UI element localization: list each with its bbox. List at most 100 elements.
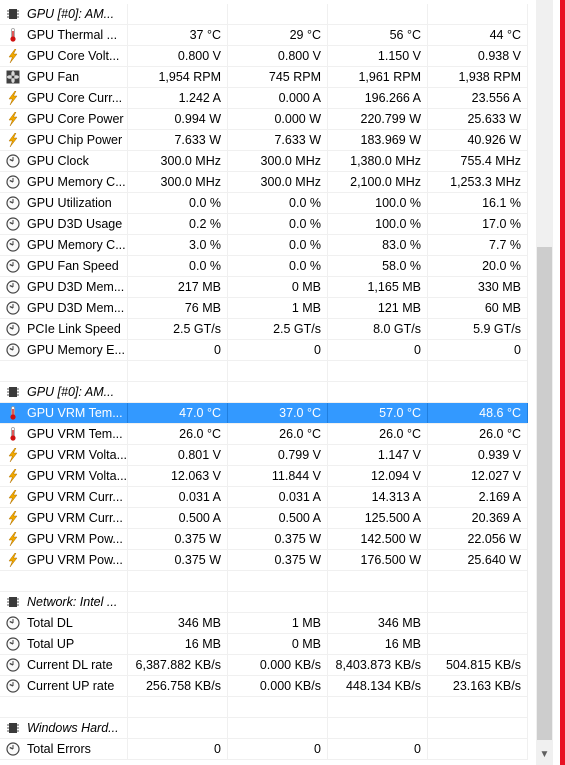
sensor-row[interactable]: GPU Memory E... 0 0 0 0 (0, 340, 528, 361)
sensor-row[interactable]: Current UP rate 256.758 KB/s 0.000 KB/s 448… (0, 676, 528, 697)
sensor-row[interactable]: GPU D3D Usage 0.2 % 0.0 % 100.0 % 17.0 % (0, 214, 528, 235)
minimum-value-cell: 1 MB (228, 613, 328, 633)
sensor-row[interactable]: GPU D3D Mem... 217 MB 0 MB 1,165 MB 330 MB (0, 277, 528, 298)
average-value-cell: 48.6 °C (428, 403, 528, 423)
sensor-row[interactable]: GPU Fan 1,954 RPM 745 RPM 1,961 RPM 1,938 RP… (0, 67, 528, 88)
sensor-name-cell: Windows Hard... (0, 718, 128, 738)
thermometer-icon (6, 406, 20, 420)
sensor-row[interactable]: GPU Utilization 0.0 % 0.0 % 100.0 % 16.1 % (0, 193, 528, 214)
sensor-label: GPU Utilization (27, 196, 112, 210)
group-header-row[interactable]: Windows Hard... (0, 718, 528, 739)
minimum-value-cell: 0.0 % (228, 193, 328, 213)
average-value-cell: 44 °C (428, 25, 528, 45)
scrollbar-thumb[interactable] (537, 247, 552, 740)
vertical-scrollbar[interactable]: ▼ (536, 0, 553, 765)
maximum-value-cell: 1,961 RPM (328, 67, 428, 87)
sensor-name-cell (0, 571, 128, 591)
clock-icon (6, 280, 20, 294)
sensor-row[interactable]: Total Errors 0 0 0 (0, 739, 528, 760)
sensor-name-cell: GPU Core Curr... (0, 88, 128, 108)
current-value-cell (128, 592, 228, 612)
sensor-row[interactable]: GPU VRM Tem... 47.0 °C 37.0 °C 57.0 °C 48.6 … (0, 403, 528, 424)
sensor-row[interactable]: GPU VRM Pow... 0.375 W 0.375 W 142.500 W 22.… (0, 529, 528, 550)
sensor-row[interactable]: GPU Memory C... 3.0 % 0.0 % 83.0 % 7.7 % (0, 235, 528, 256)
clock-icon (6, 301, 20, 315)
maximum-value-cell: 56 °C (328, 25, 428, 45)
sensor-row[interactable]: GPU Core Power 0.994 W 0.000 W 220.799 W 25.… (0, 109, 528, 130)
minimum-value-cell: 0.0 % (228, 214, 328, 234)
sensor-label: GPU D3D Usage (27, 217, 123, 231)
current-value-cell (128, 4, 228, 24)
group-header-row[interactable]: Network: Intel ... (0, 592, 528, 613)
maximum-value-cell: 121 MB (328, 298, 428, 318)
current-value-cell (128, 697, 228, 717)
sensor-row[interactable]: GPU VRM Pow... 0.375 W 0.375 W 176.500 W 25.… (0, 550, 528, 571)
average-value-cell (428, 718, 528, 738)
minimum-value-cell (228, 697, 328, 717)
average-value-cell (428, 571, 528, 591)
sensor-label: GPU VRM Curr... (27, 511, 123, 525)
sensor-row[interactable]: GPU VRM Curr... 0.031 A 0.031 A 14.313 A 2.1… (0, 487, 528, 508)
minimum-value-cell: 0.375 W (228, 550, 328, 570)
sensor-row[interactable]: GPU VRM Curr... 0.500 A 0.500 A 125.500 A 20… (0, 508, 528, 529)
sensor-name-cell: Total Errors (0, 739, 128, 759)
maximum-value-cell: 0 (328, 739, 428, 759)
group-header-row[interactable]: GPU [#0]: AM... (0, 4, 528, 25)
spacer-row (0, 571, 528, 592)
minimum-value-cell: 29 °C (228, 25, 328, 45)
sensor-name-cell: GPU D3D Mem... (0, 277, 128, 297)
sensor-row[interactable]: GPU Fan Speed 0.0 % 0.0 % 58.0 % 20.0 % (0, 256, 528, 277)
sensor-row[interactable]: GPU VRM Tem... 26.0 °C 26.0 °C 26.0 °C 26.0 … (0, 424, 528, 445)
average-value-cell (428, 4, 528, 24)
sensor-name-cell: GPU Core Power (0, 109, 128, 129)
clock-icon (6, 343, 20, 357)
minimum-value-cell: 0.799 V (228, 445, 328, 465)
sensor-row[interactable]: Total UP 16 MB 0 MB 16 MB (0, 634, 528, 655)
scroll-down-arrow-icon[interactable]: ▼ (536, 744, 553, 765)
sensor-label: GPU D3D Mem... (27, 280, 125, 294)
minimum-value-cell: 0 (228, 739, 328, 759)
sensor-row[interactable]: Total DL 346 MB 1 MB 346 MB (0, 613, 528, 634)
clock-icon (6, 658, 20, 672)
clock-icon (6, 217, 20, 231)
sensor-name-cell: Current DL rate (0, 655, 128, 675)
average-value-cell: 1,253.3 MHz (428, 172, 528, 192)
sensor-row[interactable]: PCIe Link Speed 2.5 GT/s 2.5 GT/s 8.0 GT/s 5… (0, 319, 528, 340)
sensor-name-cell: GPU VRM Tem... (0, 424, 128, 444)
average-value-cell: 1,938 RPM (428, 67, 528, 87)
lightning-icon (6, 552, 20, 568)
sensor-row[interactable]: GPU Core Curr... 1.242 A 0.000 A 196.266 A2… (0, 88, 528, 109)
sensor-row[interactable]: GPU Chip Power 7.633 W 7.633 W 183.969 W 40.… (0, 130, 528, 151)
clock-icon (6, 637, 20, 651)
minimum-value-cell (228, 571, 328, 591)
sensor-row[interactable]: GPU D3D Mem... 76 MB 1 MB 121 MB 60 MB (0, 298, 528, 319)
sensor-row[interactable]: GPU Memory C... 300.0 MHz 300.0 MHz 2,100.0… (0, 172, 528, 193)
sensor-row[interactable]: GPU Clock 300.0 MHz 300.0 MHz 1,380.0 MHz 75… (0, 151, 528, 172)
current-value-cell: 346 MB (128, 613, 228, 633)
sensor-row[interactable]: GPU VRM Volta... 12.063 V 11.844 V 12.094 V… (0, 466, 528, 487)
sensor-label: Total Errors (27, 742, 91, 756)
average-value-cell: 0.939 V (428, 445, 528, 465)
minimum-value-cell: 0.375 W (228, 529, 328, 549)
sensor-row[interactable]: GPU Core Volt... 0.800 V 0.800 V 1.150 V 0.9… (0, 46, 528, 67)
sensor-label: GPU VRM Tem... (27, 403, 123, 423)
average-value-cell: 17.0 % (428, 214, 528, 234)
minimum-value-cell: 7.633 W (228, 130, 328, 150)
sensor-row[interactable]: GPU Thermal ... 37 °C 29 °C 56 °C 44 °C (0, 25, 528, 46)
sensor-label: GPU Core Volt... (27, 49, 120, 63)
sensor-row[interactable]: Current DL rate 6,387.882 KB/s 0.000 KB/s 8… (0, 655, 528, 676)
sensor-name-cell: GPU D3D Mem... (0, 298, 128, 318)
average-value-cell: 20.369 A (428, 508, 528, 528)
clock-icon (6, 679, 20, 693)
clock-icon (6, 742, 20, 756)
group-header-row[interactable]: GPU [#0]: AM... (0, 382, 528, 403)
sensor-row[interactable]: GPU VRM Volta... 0.801 V 0.799 V 1.147 V 0.9… (0, 445, 528, 466)
average-value-cell (428, 592, 528, 612)
minimum-value-cell: 0.000 W (228, 109, 328, 129)
maximum-value-cell: 100.0 % (328, 193, 428, 213)
sensor-name-cell (0, 361, 128, 381)
sensor-name-cell: GPU VRM Pow... (0, 529, 128, 549)
clock-icon (6, 322, 20, 336)
average-value-cell: 0 (428, 340, 528, 360)
maximum-value-cell: 1,380.0 MHz (328, 151, 428, 171)
